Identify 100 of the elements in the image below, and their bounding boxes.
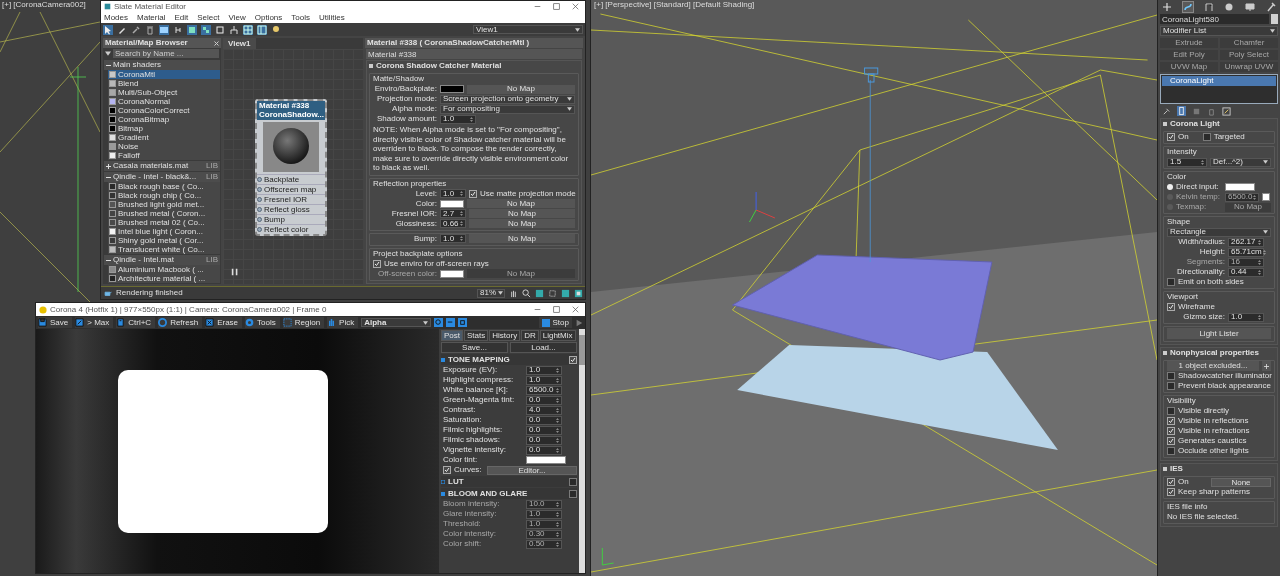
spinner-arrows-icon[interactable] xyxy=(460,235,463,243)
list-item[interactable]: Blend xyxy=(108,79,220,88)
section-header[interactable]: LUT xyxy=(441,476,577,487)
view-tab[interactable]: View1 xyxy=(223,38,256,49)
list-item[interactable]: Gradient xyxy=(108,133,220,142)
rollout-header[interactable]: IES xyxy=(1163,464,1275,474)
action-button[interactable]: Light Lister xyxy=(1167,328,1271,339)
spinner-field[interactable]: 0.0 xyxy=(526,425,562,435)
spinner-arrows-icon[interactable] xyxy=(460,190,463,198)
action-button[interactable]: Editor... xyxy=(487,465,577,475)
tree-icon[interactable] xyxy=(229,24,239,35)
dropdown[interactable]: View1 xyxy=(473,25,583,34)
checkbox[interactable] xyxy=(1167,437,1175,445)
rollout-title[interactable]: Corona Shadow Catcher Material xyxy=(376,62,502,70)
name-field[interactable]: Material #338 xyxy=(366,49,582,59)
spinner-field[interactable]: 0.66 xyxy=(440,219,466,229)
toolbar-button[interactable]: Refresh xyxy=(158,317,203,328)
spinner-arrows-icon[interactable] xyxy=(556,540,559,548)
spinner-arrows-icon[interactable] xyxy=(1258,313,1261,321)
spinner-arrows-icon[interactable] xyxy=(556,446,559,454)
bulb-icon[interactable] xyxy=(271,24,281,35)
list-item[interactable]: Brushed metal 02 ( Co... xyxy=(108,218,220,227)
spinner-arrows-icon[interactable] xyxy=(556,520,559,528)
search-field[interactable]: Search by Name ... xyxy=(113,49,219,58)
panel-tab[interactable]: History xyxy=(489,330,521,341)
spinner-arrows-icon[interactable] xyxy=(556,436,559,444)
checkbox[interactable] xyxy=(1167,447,1175,455)
scrollbar[interactable] xyxy=(579,329,585,573)
map-button[interactable]: No Map xyxy=(469,209,575,219)
toolbar-button[interactable]: > Max xyxy=(75,317,114,328)
spinner-arrows-icon[interactable] xyxy=(556,416,559,424)
spinner-arrows-icon[interactable] xyxy=(556,366,559,374)
dropdown[interactable]: Def...^2) xyxy=(1210,157,1271,167)
spinner-arrows-icon[interactable] xyxy=(556,530,559,538)
list-item[interactable]: Architecture material ( ... xyxy=(108,274,220,283)
action-button[interactable]: 1 object excluded... xyxy=(1167,361,1259,371)
menu-item[interactable]: Edit xyxy=(174,13,189,22)
rollout-header[interactable]: Nonphysical properties xyxy=(1163,348,1275,358)
move-icon[interactable] xyxy=(187,24,197,35)
spinner-field[interactable]: 0.0 xyxy=(526,445,562,455)
frame-selected-icon[interactable] xyxy=(561,288,570,298)
spinner-field[interactable]: 0.44 xyxy=(1228,267,1264,277)
checkbox[interactable] xyxy=(1167,488,1175,496)
spinner-field[interactable]: 0.0 xyxy=(526,415,562,425)
toolbar-button[interactable]: Pick xyxy=(327,317,359,328)
spinner-field[interactable]: 1.0 xyxy=(440,234,466,244)
color-swatch[interactable] xyxy=(1225,183,1255,191)
list-item[interactable]: CoronaColorCorrect xyxy=(108,106,220,115)
spinner-arrows-icon[interactable] xyxy=(556,510,559,518)
toolbar-button[interactable]: Save xyxy=(38,317,73,328)
checkbox[interactable] xyxy=(1167,382,1175,390)
section-header[interactable]: TONE MAPPING xyxy=(441,354,577,365)
list-item[interactable]: Black rough chip ( Co... xyxy=(108,191,220,200)
minimize-icon[interactable] xyxy=(534,306,541,313)
checkbox[interactable] xyxy=(1167,478,1175,486)
spinner-field[interactable]: 4.0 xyxy=(526,405,562,415)
radio-button[interactable] xyxy=(1167,184,1173,190)
pin-icon[interactable] xyxy=(1162,106,1171,116)
menu-item[interactable]: Tools xyxy=(291,13,310,22)
checkbox[interactable] xyxy=(1167,407,1175,415)
spinner-arrows-icon[interactable] xyxy=(556,426,559,434)
menu-item[interactable]: Select xyxy=(197,13,220,22)
panel-tab[interactable]: LightMix xyxy=(539,330,576,341)
checkbox[interactable] xyxy=(1167,427,1175,435)
dropdown[interactable]: Alpha xyxy=(361,318,432,327)
rollout-header[interactable]: Corona Light xyxy=(1163,119,1275,129)
list-item[interactable]: Aluminium Macbook ( ... xyxy=(108,265,220,274)
group-header[interactable]: Qindle - Intel.mat LIB xyxy=(104,255,220,265)
spinner-arrows-icon[interactable] xyxy=(556,376,559,384)
toolbar-button[interactable]: Tools xyxy=(245,317,280,328)
checkbox[interactable] xyxy=(1167,417,1175,425)
wrench-icon[interactable] xyxy=(1266,1,1276,12)
layout-icon[interactable] xyxy=(159,24,169,35)
plus-button[interactable] xyxy=(1262,361,1271,371)
checkbox[interactable] xyxy=(569,477,577,486)
dropdown[interactable]: Rectangle xyxy=(1167,227,1271,237)
spinner-arrows-icon[interactable] xyxy=(460,210,463,218)
checkbox[interactable] xyxy=(469,189,477,198)
frame-icon[interactable] xyxy=(548,288,557,298)
cursor-icon[interactable] xyxy=(103,24,113,35)
spinner-arrows-icon[interactable] xyxy=(556,406,559,414)
checkbox[interactable] xyxy=(1167,303,1175,311)
spinner-arrows-icon[interactable] xyxy=(1262,248,1266,256)
menu-item[interactable]: View xyxy=(228,13,246,22)
menu-item[interactable]: Material xyxy=(137,13,166,22)
spinner-arrows-icon[interactable] xyxy=(1258,238,1261,246)
plus-icon[interactable] xyxy=(1162,1,1172,12)
play-icon[interactable] xyxy=(575,318,583,327)
modifier-icon[interactable] xyxy=(1182,1,1193,12)
object-color-swatch[interactable] xyxy=(1271,14,1278,24)
configure-icon[interactable] xyxy=(1222,106,1231,116)
panel-tab[interactable]: Post xyxy=(441,330,463,341)
pause-icon[interactable] xyxy=(231,268,239,276)
spinner-field[interactable]: 1.5 xyxy=(1167,157,1207,167)
dropdown[interactable]: Modifier List xyxy=(1160,26,1278,36)
list-item[interactable]: Noise xyxy=(108,142,220,151)
zoom-in-icon[interactable] xyxy=(434,318,444,327)
spinner-field[interactable]: 65.71cm xyxy=(1228,247,1264,257)
list-item[interactable]: Shiny gold metal ( Cor... xyxy=(108,236,220,245)
menu-item[interactable]: Options xyxy=(254,13,283,22)
